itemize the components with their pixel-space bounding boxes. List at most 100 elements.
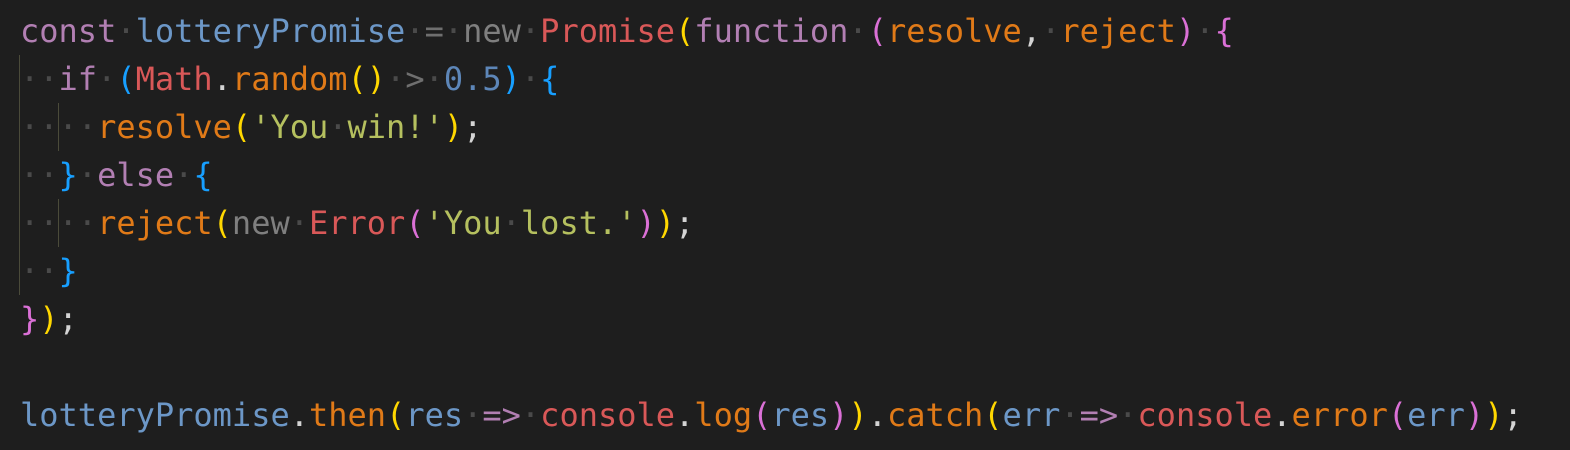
code-token: res — [771, 396, 830, 434]
code-token: const — [20, 12, 117, 50]
whitespace-marker: · — [116, 12, 136, 50]
whitespace-marker: ···· — [20, 108, 98, 146]
code-token: ; — [1503, 396, 1523, 434]
code-token: => — [1079, 396, 1119, 434]
code-token: if — [58, 60, 98, 98]
code-token: ) — [1464, 396, 1485, 434]
code-line[interactable]: ··} — [20, 247, 1523, 295]
code-token: ) — [848, 396, 868, 434]
code-token: ( — [386, 396, 406, 434]
code-token: . — [675, 396, 695, 434]
whitespace-marker: · — [501, 204, 521, 242]
code-content[interactable]: const·lotteryPromise·=·new·Promise(funct… — [20, 7, 1523, 439]
code-token: res — [405, 396, 464, 434]
whitespace-marker: · — [848, 12, 868, 50]
code-token: lotteryPromise — [135, 12, 406, 50]
code-token: . — [1272, 396, 1292, 434]
code-line[interactable]: ··if·(Math.random()·>·0.5)·{ — [20, 55, 1523, 103]
whitespace-marker: ·· — [20, 60, 59, 98]
code-line[interactable]: const·lotteryPromise·=·new·Promise(funct… — [20, 7, 1523, 55]
code-token: ) — [655, 204, 676, 242]
code-token: ) — [39, 300, 59, 338]
code-token: , — [1021, 12, 1042, 50]
code-token: ; — [58, 300, 78, 338]
whitespace-marker: ·· — [20, 156, 59, 194]
whitespace-marker: · — [289, 204, 309, 242]
code-token: lost.' — [520, 204, 637, 242]
code-token: = — [424, 12, 444, 50]
code-token: ; — [675, 204, 695, 242]
code-token: new — [463, 12, 521, 50]
code-token: ) — [1484, 396, 1504, 434]
code-token: err — [1407, 396, 1465, 434]
code-token: console — [1137, 396, 1273, 434]
code-token: new — [231, 204, 290, 242]
whitespace-marker: · — [443, 12, 464, 50]
code-line[interactable]: lotteryPromise.then(res·=>·console.log(r… — [20, 391, 1523, 439]
code-line[interactable]: ··}·else·{ — [20, 151, 1523, 199]
code-token: Math — [135, 60, 213, 98]
code-token: } — [58, 252, 78, 290]
code-token: catch — [886, 396, 984, 434]
code-token: { — [193, 156, 213, 194]
code-token: 'You — [251, 108, 329, 146]
code-token: ( — [405, 204, 425, 242]
whitespace-marker: · — [1041, 12, 1061, 50]
code-line[interactable]: }); — [20, 295, 1523, 343]
code-editor[interactable]: const·lotteryPromise·=·new·Promise(funct… — [0, 0, 1570, 450]
code-token: } — [58, 156, 78, 194]
whitespace-marker: · — [463, 396, 483, 434]
code-token: Error — [308, 204, 406, 242]
code-token: reject — [1060, 12, 1176, 50]
whitespace-marker: · — [1060, 396, 1080, 434]
code-token: ( — [867, 12, 887, 50]
whitespace-marker: · — [174, 156, 194, 194]
whitespace-marker: · — [405, 12, 425, 50]
whitespace-marker: · — [424, 60, 444, 98]
code-token: ; — [463, 108, 483, 146]
code-token: log — [694, 396, 753, 434]
code-token: function — [694, 12, 849, 50]
code-token: ) — [829, 396, 849, 434]
whitespace-marker: · — [520, 60, 541, 98]
code-token: > — [405, 60, 425, 98]
whitespace-marker: · — [1195, 12, 1215, 50]
code-token: ( — [752, 396, 772, 434]
code-token: resolve — [97, 108, 232, 146]
code-token: . — [867, 396, 887, 434]
code-token: { — [540, 60, 560, 98]
whitespace-marker: · — [77, 156, 98, 194]
code-token: () — [347, 60, 387, 98]
code-line[interactable] — [20, 343, 1523, 391]
code-token: err — [1002, 396, 1061, 434]
whitespace-marker: · — [520, 12, 541, 50]
code-token: } — [20, 300, 40, 338]
whitespace-marker: · — [1118, 396, 1138, 434]
code-token: ( — [212, 204, 232, 242]
code-token: Promise — [540, 12, 676, 50]
code-token: { — [1214, 12, 1234, 50]
code-token: console — [540, 396, 676, 434]
code-token: => — [482, 396, 521, 434]
code-line[interactable]: ····resolve('You·win!'); — [20, 103, 1523, 151]
code-token: ) — [501, 60, 521, 98]
code-token: 0.5 — [443, 60, 502, 98]
code-token: else — [97, 156, 175, 194]
code-token: then — [308, 396, 387, 434]
code-token: ( — [1387, 396, 1408, 434]
code-token: ) — [443, 108, 464, 146]
code-token: win!' — [347, 108, 444, 146]
code-token: ( — [116, 60, 136, 98]
code-token: ) — [1175, 12, 1196, 50]
code-token: lotteryPromise — [20, 396, 290, 434]
code-token: 'You — [424, 204, 502, 242]
code-token: error — [1291, 396, 1388, 434]
code-token: resolve — [886, 12, 1022, 50]
code-line[interactable]: ····reject(new·Error('You·lost.')); — [20, 199, 1523, 247]
whitespace-marker: ···· — [20, 204, 98, 242]
code-token: ( — [983, 396, 1003, 434]
whitespace-marker: ·· — [20, 252, 59, 290]
code-token: . — [212, 60, 232, 98]
code-token: random — [231, 60, 348, 98]
code-token: . — [289, 396, 309, 434]
